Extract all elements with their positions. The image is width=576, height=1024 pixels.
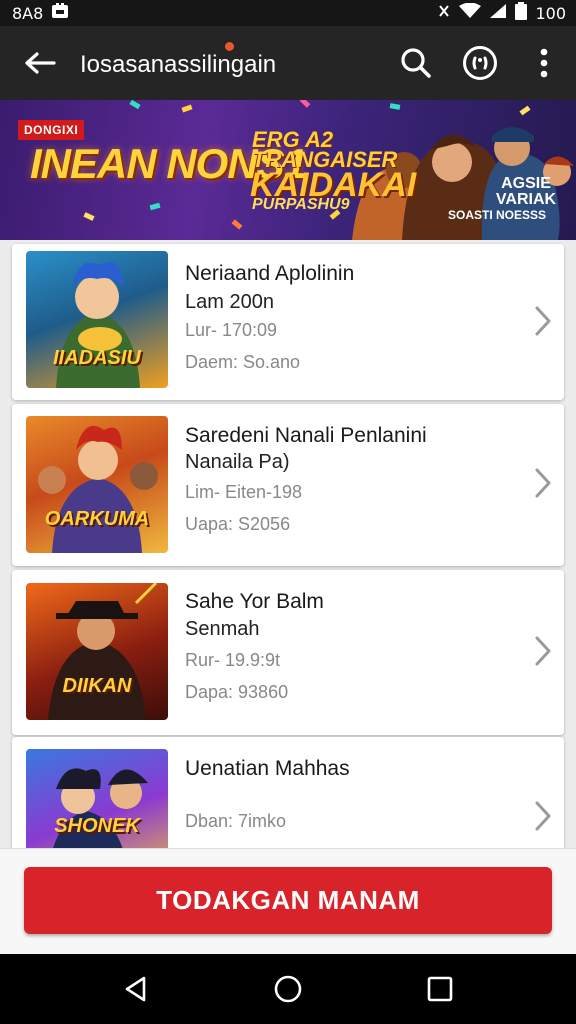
game-card[interactable]: SHONEK Uenatian Mahhas Dban: 7imko <box>12 737 564 848</box>
game-thumbnail: DIIKAN <box>26 583 168 720</box>
game-card[interactable]: OARKUMA Saredeni Nanali Penlanini Nanail… <box>12 404 564 566</box>
banner-tagline: ERG A2 TRANGAISER <box>252 127 398 172</box>
confetti <box>181 104 193 113</box>
primary-action-button[interactable]: TODAKGAN MANAM <box>24 867 552 934</box>
thumbnail-label: DIIKAN <box>62 675 132 697</box>
game-info-line: Lim- Eiten-198 <box>185 482 303 502</box>
search-icon <box>401 48 431 78</box>
chevron-right-icon <box>535 306 551 336</box>
banner-tag: DONGIXI <box>18 120 85 140</box>
confetti <box>231 219 243 230</box>
thumbnail-label: OARKUMA <box>44 508 150 530</box>
app-bar: Iosasanassilingain <box>0 26 576 100</box>
promo-banner[interactable]: DONGIXI INEAN NONS1 ERG A2 TRANGAISER KA… <box>0 100 576 240</box>
more-options-button[interactable] <box>512 26 576 100</box>
nav-back-icon <box>125 976 146 1002</box>
chevron-right-icon <box>535 636 551 666</box>
wifi-icon <box>459 2 482 23</box>
game-title: Neriaand Aplolinin <box>185 262 355 285</box>
game-thumbnail: OARKUMA <box>26 416 168 553</box>
game-info-line: Dban: 7imko <box>185 811 287 831</box>
game-info-line: Daem: So.ano <box>185 352 301 372</box>
chevron-right-icon <box>535 468 551 498</box>
thumbnail-label: IIADASIU <box>53 347 141 369</box>
signal-icon <box>489 3 507 23</box>
confetti <box>299 100 311 108</box>
game-subtitle: Lam 200n <box>185 291 274 313</box>
game-subtitle: Nanaila Pa) <box>185 451 290 473</box>
game-thumbnail: SHONEK <box>26 749 168 848</box>
game-info-line: Lur- 170:09 <box>185 320 278 340</box>
game-title: Uenatian Mahhas <box>185 757 350 780</box>
status-time: 8A8 <box>12 3 44 23</box>
back-arrow-icon <box>25 52 56 74</box>
game-list: IIADASIU Neriaand Aplolinin Lam 200n Lur… <box>0 240 576 848</box>
search-button[interactable] <box>384 26 448 100</box>
notification-icon <box>51 3 69 23</box>
game-info-line: Dapa: 93860 <box>185 682 289 702</box>
nav-home-button[interactable] <box>258 959 318 1019</box>
page-title-text: Iosasanassilingain <box>80 51 277 78</box>
thumbnail-label: SHONEK <box>54 815 140 837</box>
back-button[interactable] <box>0 26 80 100</box>
game-thumbnail: IIADASIU <box>26 251 168 388</box>
chevron-right-icon <box>535 801 551 831</box>
bottom-action-bar: TODAKGAN MANAM <box>0 848 576 954</box>
game-info-line: Rur- 19.9:9t <box>185 650 281 670</box>
game-card[interactable]: DIIKAN Sahe Yor Balm Senmah Rur- 19.9:9t… <box>12 570 564 735</box>
nav-recents-button[interactable] <box>410 959 470 1019</box>
system-navigation-bar <box>0 954 576 1024</box>
game-card[interactable]: IIADASIU Neriaand Aplolinin Lam 200n Lur… <box>12 244 564 400</box>
nav-back-button[interactable] <box>106 959 166 1019</box>
confetti <box>389 103 401 110</box>
vibrate-icon <box>437 3 451 23</box>
game-controller-button[interactable] <box>448 26 512 100</box>
battery-level: 100 <box>535 3 566 23</box>
banner-right-small: SOASTI NOESSS <box>448 208 547 222</box>
nav-home-icon <box>274 975 302 1003</box>
notification-dot <box>225 42 234 51</box>
nav-recents-icon <box>427 976 453 1002</box>
page-title: Iosasanassilingain <box>80 51 384 79</box>
game-controller-icon <box>463 46 497 80</box>
banner-right-label: AGSIE VARIAK <box>495 175 557 208</box>
game-info-line: Uapa: S2056 <box>185 514 291 534</box>
banner-small-text: PURPASHU9 <box>252 196 350 213</box>
confetti <box>149 202 161 211</box>
game-title: Saredeni Nanali Penlanini <box>185 424 427 447</box>
game-subtitle: Senmah <box>185 618 260 640</box>
game-title: Sahe Yor Balm <box>185 590 324 613</box>
confetti <box>129 100 141 110</box>
more-vert-icon <box>540 48 548 78</box>
status-bar: 8A8 100 <box>0 0 576 26</box>
battery-icon <box>515 2 528 24</box>
confetti <box>83 212 95 221</box>
